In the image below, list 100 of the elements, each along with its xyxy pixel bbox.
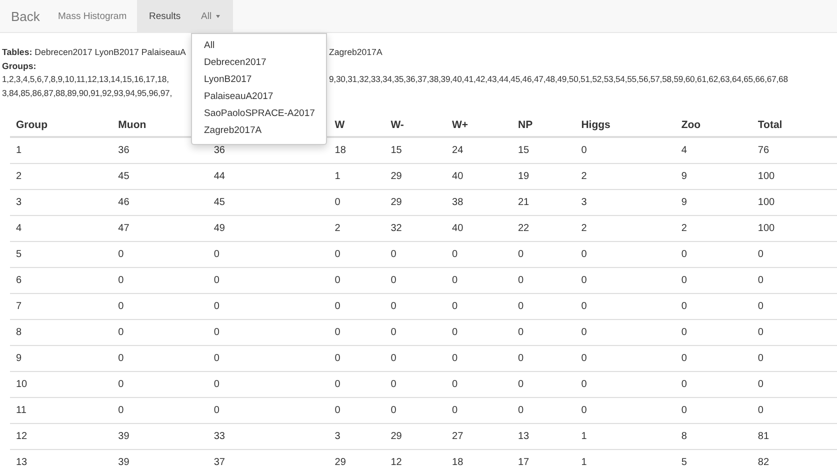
table-cell: 45 — [214, 197, 225, 208]
table-cell: 0 — [758, 379, 764, 390]
table-cell: 0 — [581, 145, 587, 156]
table-cell: 0 — [334, 275, 340, 286]
table-cell: 0 — [452, 379, 458, 390]
tables-label: Tables: — [2, 47, 32, 57]
menu-item[interactable]: All — [192, 37, 326, 54]
table-cell: 18 — [452, 457, 464, 468]
table-cell: 81 — [758, 431, 770, 442]
table-cell: 0 — [390, 249, 396, 260]
table-cell: 0 — [681, 327, 687, 338]
column-header: Group — [16, 119, 48, 131]
table-cell: 10 — [16, 379, 28, 390]
table-cell: 36 — [214, 145, 225, 156]
column-header: Higgs — [581, 119, 610, 131]
table-cell: 40 — [452, 171, 464, 182]
table-cell: 0 — [581, 405, 587, 416]
table-cell: 6 — [16, 275, 22, 286]
table-cell: 2 — [681, 223, 687, 234]
table-cell: 0 — [681, 353, 687, 364]
table-cell: 0 — [334, 327, 340, 338]
table-cell: 0 — [390, 327, 396, 338]
menu-item[interactable]: PalaiseauA2017 — [192, 88, 326, 105]
table-cell: 12 — [16, 431, 28, 442]
groups-list: 3,84,85,86,87,88,89,90,91,92,93,94,95,96,97, — [2, 88, 172, 98]
table-cell: 0 — [581, 301, 587, 312]
nav-tab[interactable]: Mass Histogram — [46, 0, 137, 32]
column-header: W+ — [452, 119, 468, 131]
table-cell: 0 — [452, 301, 458, 312]
table-cell: 17 — [518, 457, 530, 468]
table-cell: 39 — [118, 457, 130, 468]
table-cell: 0 — [334, 301, 340, 312]
menu-item[interactable]: SaoPaoloSPRACE-A2017 — [192, 105, 326, 122]
table-cell: 27 — [452, 431, 464, 442]
table-cell: 0 — [581, 275, 587, 286]
table-cell: 0 — [758, 353, 764, 364]
table-cell: 100 — [758, 223, 775, 234]
table-cell: 4 — [16, 223, 22, 234]
table-cell: 47 — [118, 223, 130, 234]
menu-item[interactable]: Debrecen2017 — [192, 54, 326, 71]
table-cell: 0 — [118, 301, 124, 312]
table-cell: 9 — [681, 197, 687, 208]
table-cell: 15 — [390, 145, 402, 156]
groups-list: 9,30,31,32,33,34,35,36,37,38,39,40,41,42,43,44,45,46,47,48,49,50,51,52,53,54,55,56,57,58,59,60,61,62,63,64,65,66,67,68 — [329, 73, 788, 86]
table-cell: 0 — [518, 301, 524, 312]
table-cell: 2 — [581, 171, 587, 182]
column-header: NP — [518, 119, 533, 131]
column-header: W- — [390, 119, 404, 131]
table-cell: 0 — [214, 353, 220, 364]
table-cell: 0 — [390, 275, 396, 286]
table-cell: 0 — [390, 353, 396, 364]
back-link[interactable]: Back — [0, 0, 46, 32]
table-cell: 22 — [518, 223, 530, 234]
table-cell: 0 — [681, 379, 687, 390]
table-cell: 21 — [518, 197, 530, 208]
table-cell: 0 — [118, 379, 124, 390]
table-cell: 2 — [581, 223, 587, 234]
table-cell: 24 — [452, 145, 464, 156]
menu-item[interactable]: Zagreb2017A — [192, 122, 326, 139]
table-cell: 0 — [452, 275, 458, 286]
table-cell: 3 — [334, 431, 340, 442]
column-header: Total — [758, 119, 782, 131]
table-cell: 3 — [581, 197, 587, 208]
table-cell: 32 — [390, 223, 402, 234]
table-cell: 0 — [452, 327, 458, 338]
table-cell: 0 — [758, 405, 764, 416]
table-cell: 0 — [390, 405, 396, 416]
nav-tab[interactable]: Results — [137, 0, 191, 32]
table-cell: 9 — [16, 353, 22, 364]
table-cell: 11 — [16, 405, 26, 416]
table-cell: 9 — [681, 171, 687, 182]
table-cell: 0 — [518, 275, 524, 286]
table-cell: 0 — [214, 379, 220, 390]
table-cell: 0 — [390, 301, 396, 312]
column-header: W — [334, 119, 345, 131]
table-cell: 0 — [758, 301, 764, 312]
menu-item[interactable]: LyonB2017 — [192, 71, 326, 88]
table-cell: 33 — [214, 431, 225, 442]
table-cell: 18 — [334, 145, 346, 156]
table-cell: 0 — [518, 405, 524, 416]
table-cell: 29 — [334, 457, 346, 468]
table-cell: 0 — [334, 379, 340, 390]
table-cell: 1 — [334, 171, 340, 182]
table-cell: 0 — [214, 327, 220, 338]
table-cell: 0 — [118, 353, 124, 364]
table-cell: 0 — [758, 249, 764, 260]
table-cell: 0 — [581, 353, 587, 364]
table-cell: 36 — [118, 145, 130, 156]
table-cell: 2 — [16, 171, 22, 182]
table-cell: 3 — [16, 197, 22, 208]
table-cell: 5 — [681, 457, 687, 468]
table-cell: 0 — [334, 405, 340, 416]
table-cell: 19 — [518, 171, 530, 182]
table-cell: 0 — [334, 353, 340, 364]
table-cell: 0 — [518, 249, 524, 260]
table-cell: 12 — [390, 457, 402, 468]
groups-label: Groups: — [2, 60, 36, 73]
table-cell: 29 — [390, 171, 402, 182]
table-cell: 38 — [452, 197, 464, 208]
table-cell: 0 — [118, 327, 124, 338]
